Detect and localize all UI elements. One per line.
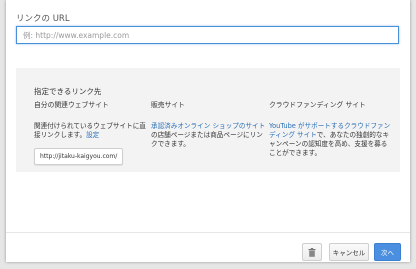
column-description: YouTube がサポートするクラウドファンディング サイトで、あなたの独創的な…	[269, 122, 391, 158]
column-description: 関連付けられているウェブサイトに直接リンクします。設定	[34, 122, 152, 140]
column-heading: クラウドファンディング サイト	[269, 101, 366, 109]
url-input[interactable]	[16, 26, 399, 44]
link-dialog: リンクの URL 指定できるリンク先 自分の関連ウェブサイト 関連付けられている…	[6, 0, 410, 262]
column-crowdfunding: クラウドファンディング サイト YouTube がサポートするクラウドファンディ…	[269, 101, 391, 158]
cancel-button[interactable]: キャンセル	[329, 243, 369, 261]
description-text: の店舗ページまたは商品ページにリンクできます。	[151, 131, 263, 148]
column-sales-site: 販売サイト 承認済みオンライン ショップのサイトの店舗ページまたは商品ページにリ…	[151, 101, 269, 149]
trash-icon	[308, 247, 316, 257]
example-url-box: http://jitaku-kaigyou.com/	[34, 148, 124, 165]
settings-link[interactable]: 設定	[86, 131, 99, 139]
panel-title: 指定できるリンク先	[34, 87, 102, 96]
dialog-footer: キャンセル 次へ	[6, 232, 410, 262]
column-heading: 販売サイト	[151, 101, 185, 109]
column-own-website: 自分の関連ウェブサイト 関連付けられているウェブサイトに直接リンクします。設定 …	[34, 101, 152, 165]
column-description: 承認済みオンライン ショップのサイトの店舗ページまたは商品ページにリンクできます…	[151, 122, 269, 149]
approved-shop-link[interactable]: 承認済みオンライン ショップのサイト	[151, 122, 265, 130]
url-label: リンクの URL	[16, 14, 70, 24]
link-targets-panel: 指定できるリンク先 自分の関連ウェブサイト 関連付けられているウェブサイトに直接…	[16, 68, 400, 172]
next-button[interactable]: 次へ	[374, 243, 401, 261]
column-heading: 自分の関連ウェブサイト	[34, 101, 109, 109]
delete-button[interactable]	[302, 243, 322, 261]
